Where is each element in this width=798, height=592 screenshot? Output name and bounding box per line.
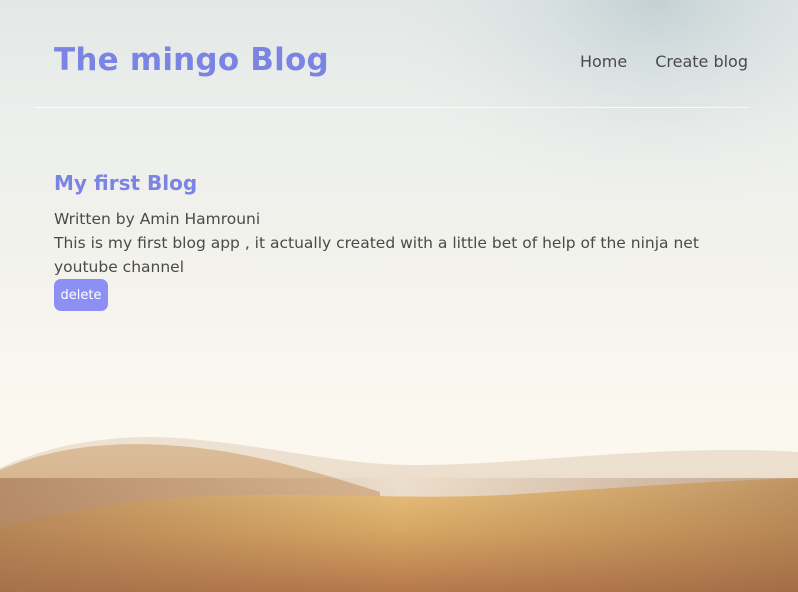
nav-link-home[interactable]: Home — [580, 52, 627, 71]
blog-details: My first Blog Written by Amin Hamrouni T… — [54, 170, 734, 311]
navbar: The mingo Blog Home Create blog — [34, 0, 748, 108]
blog-body: This is my first blog app , it actually … — [54, 234, 699, 276]
site-logo[interactable]: The mingo Blog — [54, 42, 329, 78]
blog-title: My first Blog — [54, 171, 198, 195]
nav-links: Home Create blog — [580, 52, 748, 71]
blog-author: Written by Amin Hamrouni — [54, 210, 261, 228]
nav-link-create-blog[interactable]: Create blog — [655, 52, 748, 71]
delete-button[interactable]: delete — [54, 279, 108, 311]
